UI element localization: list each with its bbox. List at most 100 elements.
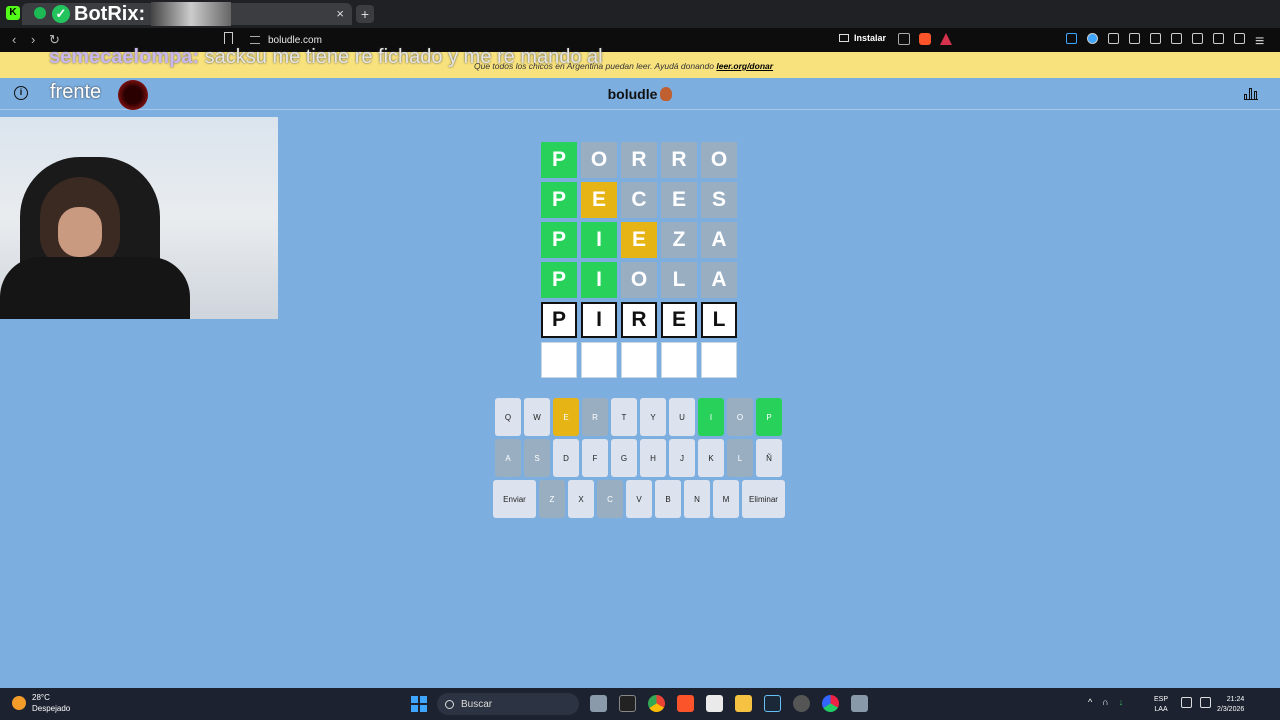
board-tile: P [541,142,577,178]
file-explorer-icon[interactable] [735,695,752,712]
headset-icon[interactable]: ∩ [1102,697,1108,707]
key-j[interactable]: J [669,439,695,477]
monitor-icon [839,34,849,42]
taskbar: 28°C Despejado Buscar ^ ∩ ↓ ESP LAA 21:2… [0,688,1280,720]
tray-chevron-icon[interactable]: ^ [1088,697,1092,707]
key-i[interactable]: I [698,398,724,436]
key-h[interactable]: H [640,439,666,477]
keyboard-row: QWERTYUIOP [493,398,788,436]
board-tile: E [581,182,617,218]
key-l[interactable]: L [727,439,753,477]
obs-icon[interactable] [793,695,810,712]
key-v[interactable]: V [626,480,652,518]
quick-settings[interactable] [1181,697,1211,708]
leo-icon[interactable] [1213,33,1224,44]
key-d[interactable]: D [553,439,579,477]
sidebar-icon[interactable] [1171,33,1182,44]
key-w[interactable]: W [524,398,550,436]
system-tray: ^ ∩ ↓ [1088,697,1123,707]
key-c[interactable]: C [597,480,623,518]
close-tab-icon[interactable]: × [336,6,344,21]
share-icon[interactable] [898,33,910,45]
key-q[interactable]: Q [495,398,521,436]
wallet-icon[interactable] [1192,33,1203,44]
key-r[interactable]: R [582,398,608,436]
keyboard-row: Enviar Z X C V B N M Eliminar [493,480,788,518]
epic-games-icon[interactable] [619,695,636,712]
network-icon[interactable] [1181,697,1192,708]
key-k[interactable]: K [698,439,724,477]
install-button[interactable]: Instalar [839,33,886,43]
extension-blue-icon[interactable] [1087,33,1098,44]
brave-rewards-icon[interactable] [940,33,952,45]
banner-link[interactable]: leer.org/donar [716,61,773,71]
key-p[interactable]: P [756,398,782,436]
board-tile: A [701,222,737,258]
start-button[interactable] [411,696,427,712]
key-x[interactable]: X [568,480,594,518]
webcam-feed [0,117,278,319]
key-o[interactable]: O [727,398,753,436]
app-misc-icon[interactable] [851,695,868,712]
weather-widget[interactable]: 28°C Despejado [12,692,70,714]
brave-shield-icon[interactable] [919,33,931,45]
install-label: Instalar [854,33,887,43]
key-n[interactable]: N [684,480,710,518]
bookmark-icon[interactable] [224,32,233,44]
key-e[interactable]: E [553,398,579,436]
key-m[interactable]: M [713,480,739,518]
board-tile: I [581,262,617,298]
chrome-icon[interactable] [648,695,665,712]
taskbar-search[interactable]: Buscar [437,693,579,715]
key-z[interactable]: Z [539,480,565,518]
board-tile: I [581,222,617,258]
new-tab-button[interactable]: + [356,5,374,23]
browser-tabstrip: × + K ✓ BotRix: [0,0,1280,28]
key-u[interactable]: U [669,398,695,436]
weather-icon [12,696,26,710]
mic-icon[interactable]: ↓ [1119,697,1124,707]
site-settings-icon[interactable] [250,36,260,44]
store-icon[interactable] [706,695,723,712]
volume-icon[interactable] [1200,697,1211,708]
board-tile [541,342,577,378]
url-text[interactable]: boludle.com [268,35,322,46]
key-t[interactable]: T [611,398,637,436]
enter-key[interactable]: Enviar [493,480,536,518]
clock[interactable]: 21:24 2/3/2026 [1217,695,1244,715]
search-icon [445,699,454,709]
board-tile: A [701,262,737,298]
delete-key[interactable]: Eliminar [742,480,785,518]
media-icon[interactable] [1150,33,1161,44]
back-icon[interactable]: ‹ [12,32,16,47]
extension-wave-icon[interactable] [1066,33,1077,44]
botrix-check-icon: ✓ [52,5,70,23]
board-tile: R [621,302,657,338]
key-f[interactable]: F [582,439,608,477]
extensions-puzzle-icon[interactable] [1108,33,1119,44]
extension-box-icon[interactable] [1129,33,1140,44]
brave-icon[interactable] [677,695,694,712]
app-triangle-icon[interactable] [822,695,839,712]
key-b[interactable]: B [655,480,681,518]
stats-icon[interactable] [1244,86,1258,100]
task-view-icon[interactable] [590,695,607,712]
key-s[interactable]: S [524,439,550,477]
clock-time: 21:24 [1226,696,1245,703]
key-g[interactable]: G [611,439,637,477]
keyboard-row: ASDFGHJKLÑ [493,439,788,477]
botrix-overlay: ✓ BotRix: [52,0,232,28]
virtual-keyboard: Q W E R T Y U I O P A S D F G H J K L Ñ Enviar Z X C V B N M Elimina… [493,398,788,521]
board-tile: Z [661,222,697,258]
language-indicator[interactable]: ESP LAA [1154,695,1168,715]
forward-icon[interactable]: › [31,32,35,47]
key-a[interactable]: A [495,439,521,477]
lang-code: ESP [1154,696,1169,703]
key-ñ[interactable]: Ñ [756,439,782,477]
board-tile: L [661,262,697,298]
key-y[interactable]: Y [640,398,666,436]
menu-icon[interactable]: ≡ [1255,33,1266,50]
steam-icon[interactable] [764,695,781,712]
vpn-icon[interactable] [1234,33,1245,44]
board-tile: E [621,222,657,258]
